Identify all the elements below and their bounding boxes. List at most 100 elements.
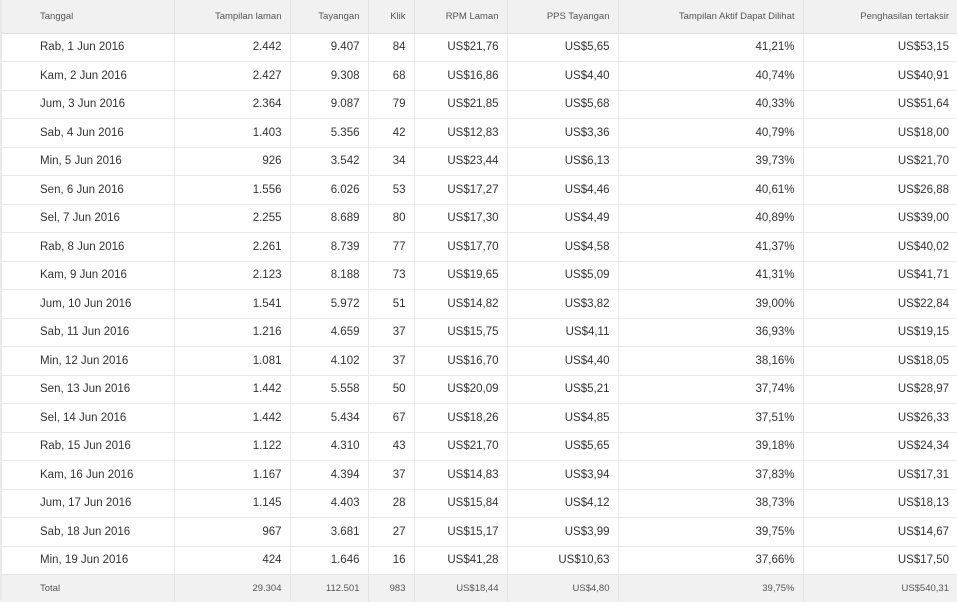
cell-estimated-earnings: US$18,00 xyxy=(803,118,957,148)
cell-impressions: 5.356 xyxy=(290,118,369,148)
cell-clicks: 37 xyxy=(368,460,415,490)
cell-active-view-viewable: 36,93% xyxy=(618,318,804,347)
cell-impression-rpm: US$10,63 xyxy=(507,546,619,575)
cell-date: Min, 19 Jun 2016 xyxy=(0,546,175,575)
cell-estimated-earnings: US$53,15 xyxy=(803,33,957,62)
cell-clicks: 43 xyxy=(368,432,415,461)
table-row: Sel, 7 Jun 2016 2.255 8.689 80 US$17,30 US$4,… xyxy=(0,204,957,233)
column-header-active-view-viewable[interactable]: Tampilan Aktif Dapat Dilihat xyxy=(618,0,804,34)
cell-active-view-viewable: 39,73% xyxy=(618,147,804,176)
cell-page-views: 1.216 xyxy=(174,318,291,347)
total-impressions: 112.501 xyxy=(290,574,369,602)
cell-clicks: 51 xyxy=(368,289,415,319)
cell-date: Sel, 14 Jun 2016 xyxy=(0,403,175,433)
cell-active-view-viewable: 40,74% xyxy=(618,61,804,91)
table-row: Sen, 13 Jun 2016 1.442 5.558 50 US$20,09 US$5… xyxy=(0,375,957,404)
cell-estimated-earnings: US$40,02 xyxy=(803,232,957,262)
cell-impression-rpm: US$3,94 xyxy=(507,460,619,490)
cell-page-rpm: US$20,09 xyxy=(414,375,508,404)
cell-date: Kam, 2 Jun 2016 xyxy=(0,61,175,91)
cell-page-rpm: US$21,76 xyxy=(414,33,508,62)
cell-page-views: 2.442 xyxy=(174,33,291,62)
cell-estimated-earnings: US$39,00 xyxy=(803,204,957,233)
cell-page-views: 1.556 xyxy=(174,175,291,205)
cell-impressions: 8.188 xyxy=(290,261,369,290)
cell-impression-rpm: US$4,40 xyxy=(507,61,619,91)
total-page-views: 29.304 xyxy=(174,574,291,602)
cell-active-view-viewable: 40,61% xyxy=(618,175,804,205)
table-row: Sab, 18 Jun 2016 967 3.681 27 US$15,17 US$3,9… xyxy=(0,517,957,547)
cell-impression-rpm: US$5,65 xyxy=(507,33,619,62)
left-border xyxy=(0,0,2,600)
totals-row: Total 29.304 112.501 983 US$18,44 US$4,80 39,7… xyxy=(0,574,957,602)
cell-estimated-earnings: US$14,67 xyxy=(803,517,957,547)
cell-page-rpm: US$15,17 xyxy=(414,517,508,547)
cell-active-view-viewable: 39,18% xyxy=(618,432,804,461)
total-active-view-viewable: 39,75% xyxy=(618,574,804,602)
cell-page-views: 2.123 xyxy=(174,261,291,290)
cell-date: Rab, 1 Jun 2016 xyxy=(0,33,175,62)
cell-date: Sen, 6 Jun 2016 xyxy=(0,175,175,205)
cell-page-rpm: US$18,26 xyxy=(414,403,508,433)
cell-date: Kam, 9 Jun 2016 xyxy=(0,261,175,290)
table-row: Sel, 14 Jun 2016 1.442 5.434 67 US$18,26 US$4… xyxy=(0,403,957,433)
cell-estimated-earnings: US$41,71 xyxy=(803,261,957,290)
cell-estimated-earnings: US$26,33 xyxy=(803,403,957,433)
cell-clicks: 77 xyxy=(368,232,415,262)
cell-clicks: 34 xyxy=(368,147,415,176)
cell-date: Jum, 10 Jun 2016 xyxy=(0,289,175,319)
column-header-page-views[interactable]: Tampilan laman xyxy=(174,0,291,34)
column-header-page-rpm[interactable]: RPM Laman xyxy=(414,0,508,34)
column-header-date[interactable]: Tanggal xyxy=(0,0,175,34)
cell-impression-rpm: US$4,40 xyxy=(507,346,619,376)
cell-active-view-viewable: 39,75% xyxy=(618,517,804,547)
column-header-impressions[interactable]: Tayangan xyxy=(290,0,369,34)
cell-clicks: 84 xyxy=(368,33,415,62)
cell-page-views: 1.145 xyxy=(174,489,291,518)
cell-estimated-earnings: US$40,91 xyxy=(803,61,957,91)
total-date: Total xyxy=(0,574,175,602)
cell-impression-rpm: US$5,09 xyxy=(507,261,619,290)
cell-page-rpm: US$16,86 xyxy=(414,61,508,91)
cell-date: Sel, 7 Jun 2016 xyxy=(0,204,175,233)
table-header: Tanggal Tampilan laman Tayangan Klik RPM Lam… xyxy=(0,0,957,34)
column-header-impression-rpm[interactable]: PPS Tayangan xyxy=(507,0,619,34)
cell-impression-rpm: US$4,11 xyxy=(507,318,619,347)
cell-impression-rpm: US$6,13 xyxy=(507,147,619,176)
cell-clicks: 68 xyxy=(368,61,415,91)
cell-estimated-earnings: US$51,64 xyxy=(803,90,957,119)
cell-estimated-earnings: US$22,84 xyxy=(803,289,957,319)
cell-page-rpm: US$14,82 xyxy=(414,289,508,319)
cell-impressions: 4.659 xyxy=(290,318,369,347)
cell-page-views: 2.255 xyxy=(174,204,291,233)
cell-clicks: 80 xyxy=(368,204,415,233)
cell-date: Min, 5 Jun 2016 xyxy=(0,147,175,176)
cell-impressions: 4.310 xyxy=(290,432,369,461)
cell-impressions: 5.558 xyxy=(290,375,369,404)
cell-clicks: 79 xyxy=(368,90,415,119)
cell-impressions: 6.026 xyxy=(290,175,369,205)
table-row: Rab, 1 Jun 2016 2.442 9.407 84 US$21,76 US$5,… xyxy=(0,33,957,62)
cell-impression-rpm: US$5,21 xyxy=(507,375,619,404)
cell-clicks: 37 xyxy=(368,346,415,376)
cell-date: Rab, 8 Jun 2016 xyxy=(0,232,175,262)
cell-date: Sen, 13 Jun 2016 xyxy=(0,375,175,404)
cell-page-rpm: US$17,70 xyxy=(414,232,508,262)
cell-estimated-earnings: US$18,05 xyxy=(803,346,957,376)
cell-estimated-earnings: US$28,97 xyxy=(803,375,957,404)
cell-clicks: 50 xyxy=(368,375,415,404)
cell-clicks: 37 xyxy=(368,318,415,347)
cell-impressions: 9.087 xyxy=(290,90,369,119)
cell-page-rpm: US$41,28 xyxy=(414,546,508,575)
cell-page-views: 1.541 xyxy=(174,289,291,319)
cell-page-views: 1.081 xyxy=(174,346,291,376)
cell-page-rpm: US$17,27 xyxy=(414,175,508,205)
column-header-estimated-earnings[interactable]: Penghasilan tertaksir xyxy=(803,0,957,34)
cell-page-views: 1.403 xyxy=(174,118,291,148)
cell-impressions: 8.689 xyxy=(290,204,369,233)
column-header-clicks[interactable]: Klik xyxy=(368,0,415,34)
cell-estimated-earnings: US$21,70 xyxy=(803,147,957,176)
cell-impressions: 3.542 xyxy=(290,147,369,176)
cell-impression-rpm: US$5,65 xyxy=(507,432,619,461)
cell-page-rpm: US$15,84 xyxy=(414,489,508,518)
